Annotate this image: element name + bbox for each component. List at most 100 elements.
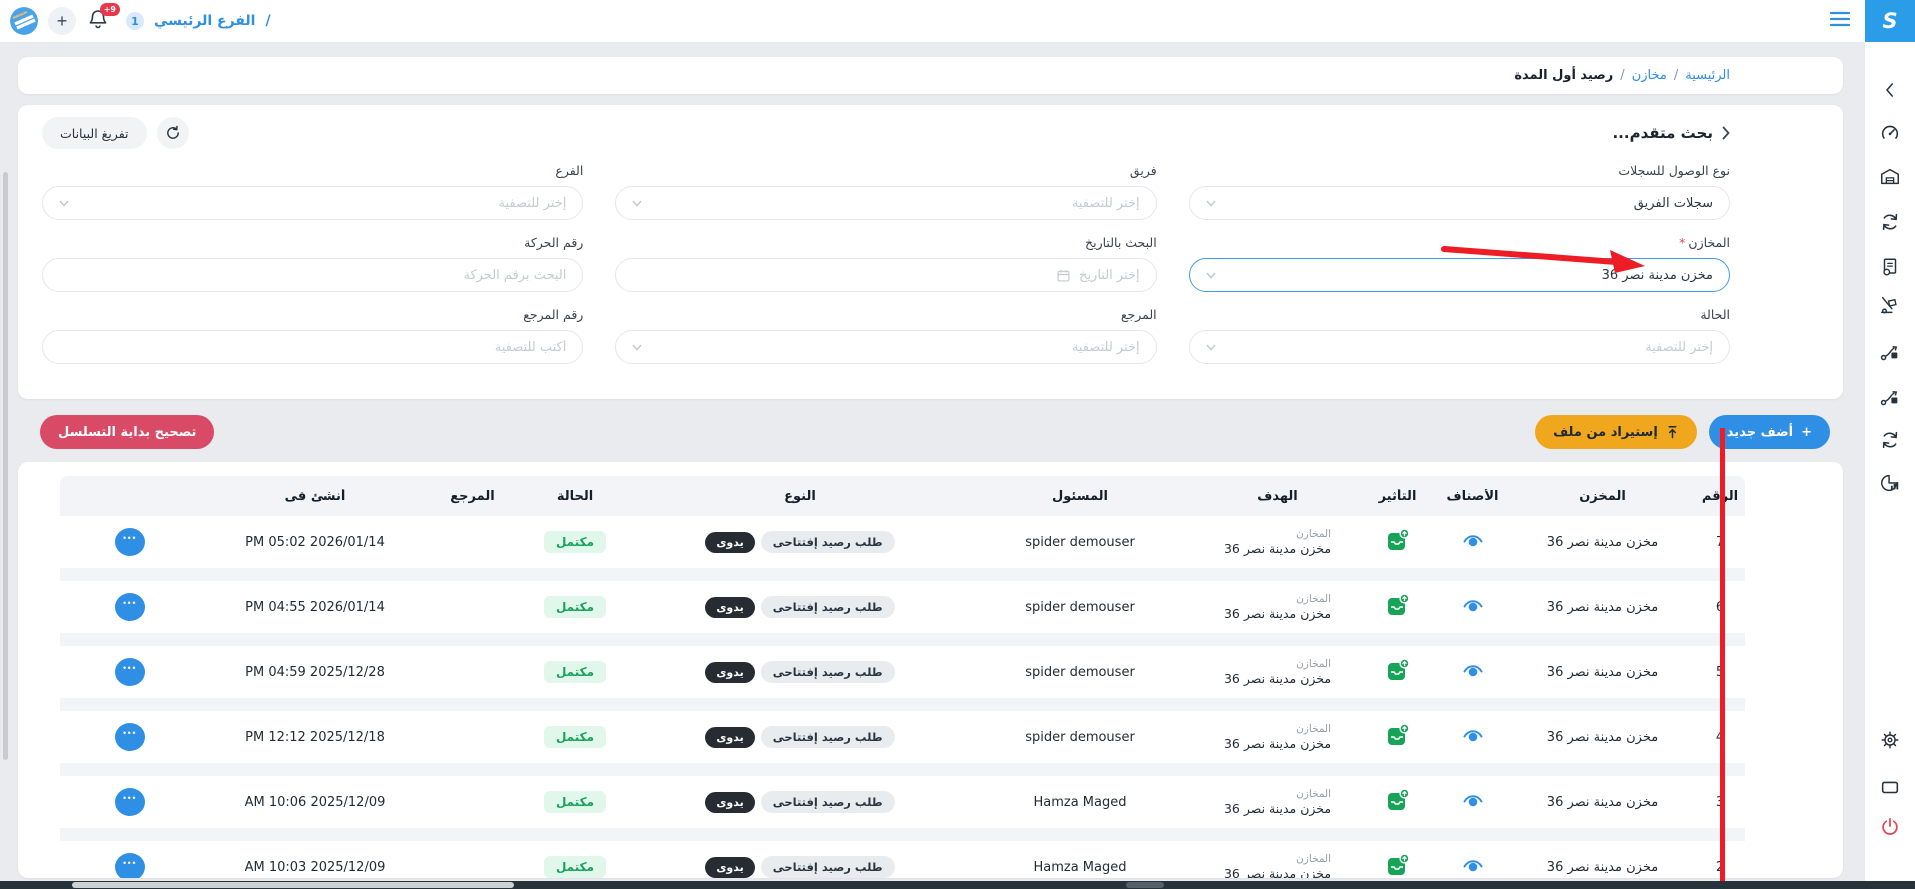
dashboard-gauge-icon[interactable] [1878,121,1902,145]
status-badge: مكتمل [544,726,606,748]
chevron-down-icon [632,344,642,351]
cell-created-at: PM 04:55 2026/01/14 [200,600,430,615]
filter-team: فريق إختر للتصفية [615,163,1156,220]
row-more-actions-button[interactable]: ••• [115,853,145,878]
power-icon[interactable] [1878,815,1902,839]
branch-select[interactable]: إختر للتصفية [42,186,583,220]
plus-icon: + [1801,425,1812,440]
cell-actions: ••• [60,788,200,816]
annotation-vertical-line [1720,428,1725,881]
settings-gear-icon[interactable] [1878,728,1902,752]
collapse-chevron-icon[interactable] [1878,78,1902,102]
movement-number-input[interactable] [42,258,583,292]
filter-access-type: نوع الوصول للسجلات سجلات الفريق [1189,163,1730,220]
horizontal-scrollbar-track[interactable] [0,881,1915,889]
cell-actions: ••• [60,528,200,556]
status-badge: مكتمل [544,791,606,813]
horizontal-scrollbar-thumb[interactable] [72,882,514,888]
cell-actions: ••• [60,853,200,878]
menu-toggle-button[interactable] [1829,10,1851,32]
cell-type: طلب رصيد إفتتاحىيدوى [635,596,965,618]
stock-in-icon [1386,593,1410,617]
cell-target: المخازنمخزن مدينة نصر 36 [1195,853,1360,879]
notifications-button[interactable]: +9 [86,6,116,36]
breadcrumb-home-link[interactable]: الرئيسية [1685,68,1730,83]
stock-in-icon [1386,723,1410,747]
hamburger-icon [1829,10,1851,28]
notification-count-badge: +9 [100,3,120,16]
reference-number-input[interactable] [42,330,583,364]
brand-logo-icon [10,7,38,35]
cell-type: طلب رصيد إفتتاحىيدوى [635,661,965,683]
access-type-select[interactable]: سجلات الفريق [1189,186,1730,220]
manual-tag-badge: يدوى [705,662,754,683]
shipment-trolley-icon[interactable] [1878,293,1902,317]
row-more-actions-button[interactable]: ••• [115,788,145,816]
type-badge: طلب رصيد إفتتاحى [761,726,895,748]
cell-items [1435,857,1510,877]
view-items-eye-icon[interactable] [1462,857,1484,873]
invoice-icon[interactable] [1878,255,1902,279]
fix-sequence-button[interactable]: تصحيح بداية التسلسل [40,415,214,449]
header-effect: التأثير [1360,489,1435,504]
row-more-actions-button[interactable]: ••• [115,593,145,621]
cell-effect [1360,658,1435,686]
add-new-button[interactable]: + أضف جديد [1709,415,1830,449]
app-logo[interactable]: S [1865,0,1915,42]
header-warehouse: المخزن [1510,489,1695,504]
cell-status: مكتمل [515,596,635,618]
manual-tag-badge: يدوى [705,532,754,553]
quick-add-button[interactable]: + [48,7,76,35]
advanced-search-toggle[interactable]: بحث متقدم... [1612,124,1730,142]
row-more-actions-button[interactable]: ••• [115,723,145,751]
cell-type: طلب رصيد إفتتاحىيدوى [635,856,965,878]
import-from-file-button[interactable]: إستيراد من ملف [1535,415,1697,449]
cell-warehouse: مخزن مدينة نصر 36 [1510,795,1695,810]
horizontal-scrollbar-thumb-secondary[interactable] [1126,882,1164,888]
display-icon[interactable] [1878,775,1902,799]
cell-created-at: AM 10:06 2025/12/09 [200,795,430,810]
cell-items [1435,727,1510,747]
field-label: نوع الوصول للسجلات [1618,163,1730,178]
manual-tag-badge: يدوى [705,792,754,813]
reports-pie-icon[interactable] [1878,471,1902,495]
cell-effect [1360,788,1435,816]
status-select[interactable]: إختر للتصفية [1189,330,1730,364]
refresh-filters-button[interactable] [157,117,189,149]
filter-status: الحالة إختر للتصفية [1189,307,1730,364]
workflow-out-icon[interactable] [1878,340,1902,364]
cell-created-at: AM 10:03 2025/12/09 [200,860,430,875]
current-branch-label[interactable]: الفرع الرئيسي [154,13,255,29]
cell-type: طلب رصيد إفتتاحىيدوى [635,791,965,813]
cell-status: مكتمل [515,791,635,813]
date-picker[interactable]: إختر التاريخ [615,258,1156,292]
clear-data-button[interactable]: تفريغ البيانات [42,117,147,149]
cell-status: مكتمل [515,726,635,748]
vertical-scrollbar[interactable] [3,172,8,760]
view-items-eye-icon[interactable] [1462,727,1484,743]
view-items-eye-icon[interactable] [1462,597,1484,613]
view-items-eye-icon[interactable] [1462,662,1484,678]
breadcrumb-warehouses-link[interactable]: مخازن [1632,68,1667,83]
cell-effect [1360,853,1435,878]
cell-owner: Hamza Maged [965,795,1195,810]
type-badge: طلب رصيد إفتتاحى [761,856,895,878]
workflow-in-icon[interactable] [1878,385,1902,409]
status-badge: مكتمل [544,596,606,618]
view-items-eye-icon[interactable] [1462,532,1484,548]
filter-date: البحث بالتاريخ إختر التاريخ [615,235,1156,292]
status-badge: مكتمل [544,531,606,553]
cell-status: مكتمل [515,856,635,878]
view-items-eye-icon[interactable] [1462,792,1484,808]
upload-icon [1666,425,1679,439]
row-more-actions-button[interactable]: ••• [115,658,145,686]
sync-icon[interactable] [1878,210,1902,234]
row-more-actions-button[interactable]: ••• [115,528,145,556]
chevron-down-icon [1206,344,1216,351]
reference-select[interactable]: إختر للتصفية [615,330,1156,364]
calendar-icon [1056,268,1071,283]
team-select[interactable]: إختر للتصفية [615,186,1156,220]
warehouse-icon[interactable] [1878,165,1902,189]
chevron-right-icon [1722,126,1730,140]
refresh-icon[interactable] [1878,428,1902,452]
